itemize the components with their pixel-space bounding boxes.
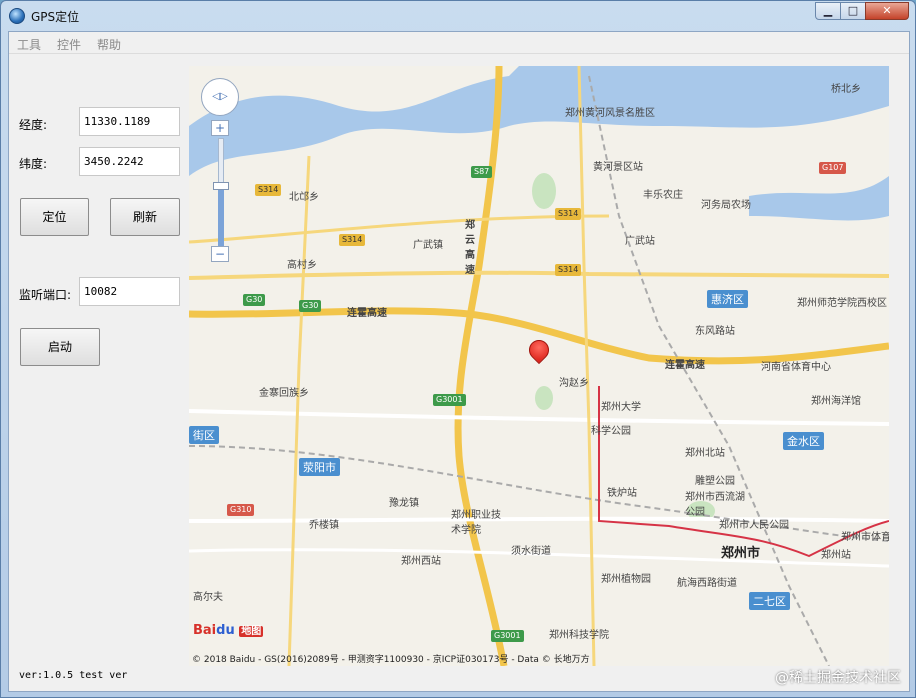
close-button[interactable]: ✕	[865, 2, 909, 20]
road-shield: S314	[339, 234, 366, 246]
minimize-button[interactable]: ▁	[815, 2, 841, 20]
globe-icon	[9, 8, 25, 24]
city-label: 郑州市	[721, 546, 761, 561]
map-place: 桥北乡	[831, 84, 861, 95]
park-area	[535, 386, 553, 410]
map-place: 北邙乡	[289, 192, 319, 203]
map-place: 郑州北站	[685, 448, 725, 459]
pan-control-icon[interactable]: ◁▷	[201, 78, 239, 116]
map-place: 郑州大学	[601, 402, 641, 413]
version-text: ver:1.0.5 test ver	[19, 670, 128, 681]
regional-road	[577, 66, 596, 666]
road-shield: G30	[299, 300, 322, 312]
title-bar[interactable]: GPS定位 ▁ □ ✕	[1, 1, 915, 31]
road-shield: G107	[819, 162, 847, 174]
map-view[interactable]: ◁▷ + − 郑州黄河风景名胜区 黄河景区站 丰乐农庄 河务局农场 桥北乡 北邙…	[189, 66, 889, 666]
latitude-label: 纬度:	[19, 157, 48, 171]
client-area: 工具 控件 帮助 经度: 11330.1189 纬度: 3450.2242 定位…	[8, 31, 910, 692]
map-place: 郑州海洋馆	[811, 396, 861, 407]
road-shield: G310	[227, 504, 255, 516]
s314-road-north	[189, 214, 610, 244]
port-label: 监听端口:	[19, 288, 72, 302]
map-place: 须水街道	[511, 546, 551, 557]
control-panel: 经度: 11330.1189 纬度: 3450.2242 定位 刷新 监听端口:…	[9, 62, 189, 692]
map-place: 铁炉站	[607, 488, 637, 499]
map-place: 金寨回族乡	[259, 388, 309, 399]
menu-controls[interactable]: 控件	[57, 36, 81, 53]
district-badge: 惠济区	[707, 290, 748, 308]
road-shield: G30	[243, 294, 266, 306]
zoom-in-button[interactable]: +	[211, 120, 229, 136]
road-shield: S314	[555, 208, 582, 220]
map-place: 黄河景区站	[593, 162, 643, 173]
map-place: 郑州市体育	[841, 532, 889, 543]
map-place: 乔楼镇	[309, 520, 339, 531]
longitude-label: 经度:	[19, 118, 48, 132]
yellow-river	[189, 66, 889, 176]
road-shield: S314	[555, 264, 582, 276]
map-place: 郑州西站	[401, 556, 441, 567]
map-place: 高村乡	[287, 260, 317, 271]
river-east	[749, 176, 889, 221]
map-place: 郑州植物园	[601, 574, 651, 585]
map-place: 郑州师范学院西校区	[797, 298, 887, 309]
logo-bai: Bai	[193, 623, 217, 638]
watermark-text: @稀土掘金技术社区	[775, 670, 901, 686]
locate-button[interactable]: 定位	[20, 198, 89, 236]
map-place: 广武站	[625, 236, 655, 247]
app-window: GPS定位 ▁ □ ✕ 工具 控件 帮助 经度: 11330.1189 纬度: …	[0, 0, 916, 698]
district-badge: 二七区	[749, 592, 790, 610]
map-place: 丰乐农庄	[643, 190, 683, 201]
road-shield: S87	[471, 166, 493, 178]
highway-label: 连霍高速	[347, 308, 387, 319]
zhengyun-highway	[454, 66, 508, 666]
refresh-button[interactable]: 刷新	[110, 198, 180, 236]
menu-help[interactable]: 帮助	[97, 36, 121, 53]
menu-tools[interactable]: 工具	[17, 36, 41, 53]
logo-map: 地图	[239, 626, 264, 637]
map-place: 雕塑公园	[695, 476, 735, 487]
map-place: 郑州职业技术学院	[451, 510, 501, 536]
district-badge: 街区	[189, 426, 219, 444]
map-place: 广武镇	[413, 240, 443, 251]
map-place: 科学公园	[591, 426, 631, 437]
district-badge: 金水区	[783, 432, 824, 450]
map-place: 郑州站	[821, 550, 851, 561]
longitude-input[interactable]: 11330.1189	[79, 107, 180, 136]
map-place: 沟赵乡	[559, 378, 589, 389]
map-place: 河务局农场	[701, 200, 751, 211]
start-button[interactable]: 启动	[20, 328, 100, 366]
baidu-logo: Baidu 地图	[193, 622, 264, 638]
maximize-button[interactable]: □	[840, 2, 866, 20]
zoom-slider-thumb[interactable]	[213, 182, 229, 190]
map-place: 郑州黄河风景名胜区	[565, 108, 655, 119]
logo-du: du	[216, 623, 235, 638]
port-input[interactable]: 10082	[79, 277, 180, 306]
map-place: 豫龙镇	[389, 498, 419, 509]
city-road	[189, 409, 889, 426]
map-place: 东风路站	[695, 326, 735, 337]
s314-road	[189, 270, 889, 280]
park-area	[532, 173, 556, 209]
map-place: 郑州科技学院	[549, 630, 609, 641]
map-place: 航海西路街道	[677, 578, 737, 589]
window-controls: ▁ □ ✕	[815, 2, 909, 22]
district-badge: 荥阳市	[299, 458, 340, 476]
zoom-out-button[interactable]: −	[211, 246, 229, 262]
latitude-input[interactable]: 3450.2242	[79, 147, 180, 176]
map-place: 高尔夫	[193, 592, 223, 603]
highway-label: 连霍高速	[665, 360, 705, 371]
map-place: 郑州市西流湖公园	[685, 492, 745, 518]
map-place: 河南省体育中心	[761, 362, 831, 373]
map-place: 郑州市人民公园	[719, 520, 789, 531]
road-shield: G3001	[491, 630, 524, 642]
menu-bar: 工具 控件 帮助	[9, 32, 909, 54]
window-title: GPS定位	[31, 10, 80, 24]
highway-label: 郑云高速	[465, 220, 475, 276]
road-shield: G3001	[433, 394, 466, 406]
road-shield: S314	[255, 184, 282, 196]
map-copyright: © 2018 Baidu - GS(2016)2089号 - 甲测资字11009…	[192, 655, 590, 665]
